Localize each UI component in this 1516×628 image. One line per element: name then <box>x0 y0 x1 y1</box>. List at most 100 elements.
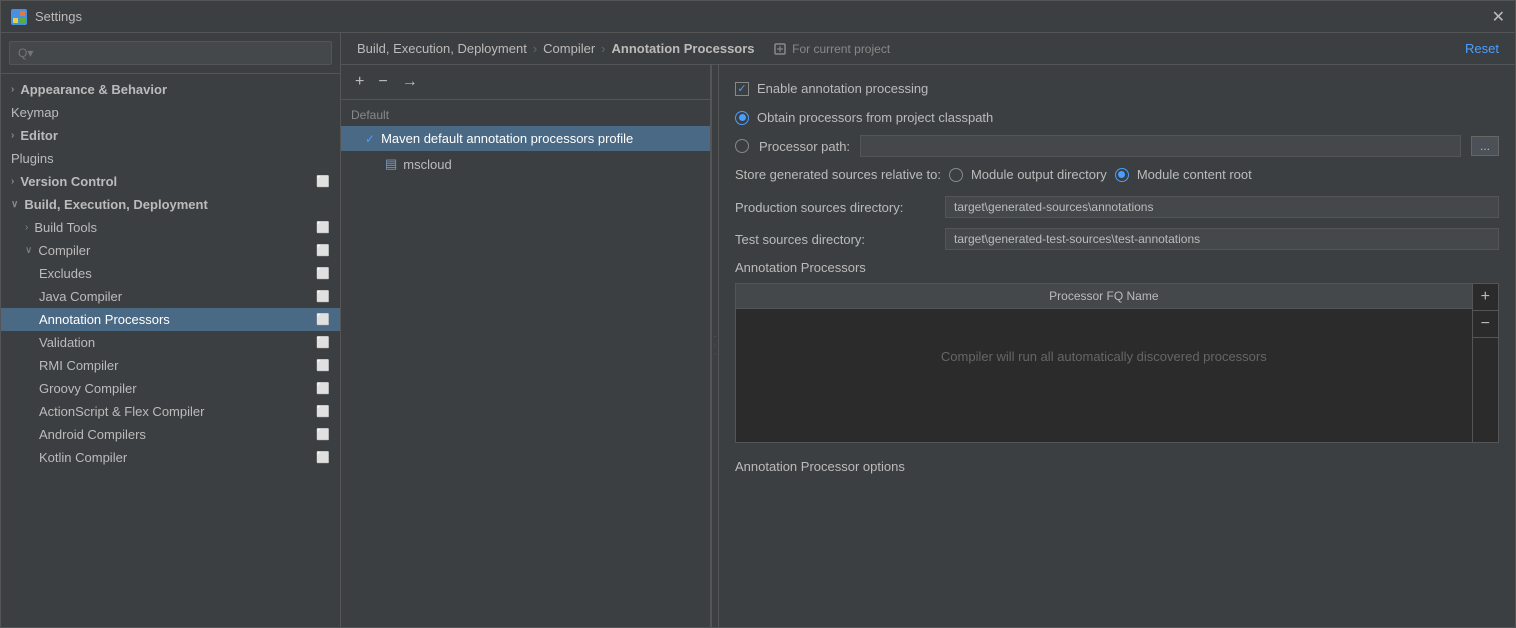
test-sources-row: Test sources directory: <box>735 228 1499 250</box>
sidebar-item-label: Compiler <box>38 243 90 258</box>
profile-item-maven[interactable]: ✓ Maven default annotation processors pr… <box>341 126 710 151</box>
table-inner: Processor FQ Name Compiler will run all … <box>736 284 1472 442</box>
right-panel: Build, Execution, Deployment › Compiler … <box>341 33 1515 627</box>
sidebar-item-keymap[interactable]: Keymap <box>1 101 340 124</box>
page-icon: ⬜ <box>316 313 330 326</box>
sidebar-item-label: Plugins <box>11 151 54 166</box>
production-sources-input[interactable] <box>945 196 1499 218</box>
breadcrumb-segment-1: Build, Execution, Deployment <box>357 41 527 56</box>
table-add-button[interactable]: + <box>1473 284 1498 311</box>
store-sources-label: Store generated sources relative to: <box>735 167 941 182</box>
search-input[interactable] <box>9 41 332 65</box>
table-side-buttons: + − <box>1472 284 1498 442</box>
sidebar-item-version-control[interactable]: › Version Control ⬜ <box>1 170 340 193</box>
enable-annotation-checkbox[interactable] <box>735 82 749 96</box>
profile-item-mscloud[interactable]: ▤ mscloud <box>341 151 710 177</box>
annotation-processors-section-label: Annotation Processors <box>735 260 1499 275</box>
annotation-processors-table: Processor FQ Name Compiler will run all … <box>735 283 1499 443</box>
page-icon: ⬜ <box>316 428 330 441</box>
sidebar-item-compiler[interactable]: ∨ Compiler ⬜ <box>1 239 340 262</box>
sidebar-item-java-compiler[interactable]: Java Compiler ⬜ <box>1 285 340 308</box>
module-output-radio[interactable] <box>949 168 963 182</box>
sidebar-item-android[interactable]: Android Compilers ⬜ <box>1 423 340 446</box>
settings-panel: Enable annotation processing Obtain proc… <box>719 65 1515 627</box>
sidebar-item-build-tools[interactable]: › Build Tools ⬜ <box>1 216 340 239</box>
close-button[interactable]: ✕ <box>1492 7 1505 27</box>
arrow-icon: › <box>11 176 14 187</box>
sidebar-item-label: ActionScript & Flex Compiler <box>39 404 204 419</box>
sidebar-item-label: Excludes <box>39 266 92 281</box>
production-sources-row: Production sources directory: <box>735 196 1499 218</box>
page-icon: ⬜ <box>316 382 330 395</box>
processor-path-label: Processor path: <box>759 139 850 154</box>
folder-icon: ▤ <box>385 156 397 172</box>
add-profile-button[interactable]: + <box>351 71 368 93</box>
sidebar-item-label: Version Control <box>20 174 117 189</box>
page-icon: ⬜ <box>316 175 330 188</box>
processor-path-radio[interactable] <box>735 139 749 153</box>
window-title: Settings <box>35 9 82 24</box>
sidebar-item-rmi-compiler[interactable]: RMI Compiler ⬜ <box>1 354 340 377</box>
main-content: › Appearance & Behavior Keymap › Editor … <box>1 33 1515 627</box>
sidebar-item-excludes[interactable]: Excludes ⬜ <box>1 262 340 285</box>
enable-annotation-label: Enable annotation processing <box>757 81 928 96</box>
module-output-label: Module output directory <box>971 167 1107 182</box>
settings-window: Settings ✕ › Appearance & Behavior Keyma… <box>0 0 1516 628</box>
sidebar-item-label: Java Compiler <box>39 289 122 304</box>
sidebar-item-label: RMI Compiler <box>39 358 118 373</box>
page-icon: ⬜ <box>316 451 330 464</box>
test-sources-label: Test sources directory: <box>735 232 935 247</box>
module-content-label: Module content root <box>1137 167 1252 182</box>
page-icon: ⬜ <box>316 290 330 303</box>
sidebar: › Appearance & Behavior Keymap › Editor … <box>1 33 341 627</box>
sidebar-item-plugins[interactable]: Plugins <box>1 147 340 170</box>
table-remove-button[interactable]: − <box>1473 311 1498 338</box>
panel-divider[interactable]: · · · <box>711 65 719 627</box>
processor-path-input[interactable] <box>860 135 1461 157</box>
obtain-processors-radio[interactable] <box>735 111 749 125</box>
copy-profile-button[interactable]: → <box>398 71 422 93</box>
sidebar-item-label: Keymap <box>11 105 59 120</box>
breadcrumb-separator-2: › <box>601 41 605 56</box>
sidebar-item-label: Android Compilers <box>39 427 146 442</box>
sidebar-item-kotlin[interactable]: Kotlin Compiler ⬜ <box>1 446 340 469</box>
sidebar-item-label: Annotation Processors <box>39 312 170 327</box>
enable-annotation-row: Enable annotation processing <box>735 81 1499 96</box>
breadcrumb-segment-3: Annotation Processors <box>612 41 755 56</box>
title-bar-left: Settings <box>11 9 82 25</box>
processor-path-browse-button[interactable]: ... <box>1471 136 1499 156</box>
sidebar-item-actionscript[interactable]: ActionScript & Flex Compiler ⬜ <box>1 400 340 423</box>
page-icon: ⬜ <box>316 221 330 234</box>
module-content-radio[interactable] <box>1115 168 1129 182</box>
remove-profile-button[interactable]: − <box>374 71 391 93</box>
table-column-header: Processor FQ Name <box>736 284 1472 309</box>
processor-path-row: Processor path: ... <box>735 135 1499 157</box>
breadcrumb-path: Build, Execution, Deployment › Compiler … <box>357 41 890 56</box>
obtain-processors-row: Obtain processors from project classpath <box>735 110 1499 125</box>
obtain-processors-label: Obtain processors from project classpath <box>757 110 993 125</box>
page-icon: ⬜ <box>316 405 330 418</box>
sidebar-item-validation[interactable]: Validation ⬜ <box>1 331 340 354</box>
sidebar-item-label: Editor <box>20 128 58 143</box>
sidebar-item-build-exec[interactable]: ∨ Build, Execution, Deployment <box>1 193 340 216</box>
annotation-processor-options-label: Annotation Processor options <box>735 459 1499 474</box>
test-sources-input[interactable] <box>945 228 1499 250</box>
table-empty-message: Compiler will run all automatically disc… <box>736 309 1472 404</box>
page-icon: ⬜ <box>316 359 330 372</box>
profile-group-default: Default <box>341 104 710 126</box>
sidebar-item-label: Validation <box>39 335 95 350</box>
sidebar-item-editor[interactable]: › Editor <box>1 124 340 147</box>
store-sources-row: Store generated sources relative to: Mod… <box>735 167 1499 182</box>
sidebar-item-annotation-processors[interactable]: Annotation Processors ⬜ <box>1 308 340 331</box>
breadcrumb-separator-1: › <box>533 41 537 56</box>
sidebar-item-appearance[interactable]: › Appearance & Behavior <box>1 78 340 101</box>
reset-button[interactable]: Reset <box>1465 41 1499 56</box>
sidebar-item-label: Build, Execution, Deployment <box>24 197 207 212</box>
panel-body: + − → Default ✓ Maven default annotation… <box>341 65 1515 627</box>
for-current-project: For current project <box>774 42 890 56</box>
arrow-icon: › <box>25 222 28 233</box>
sidebar-item-groovy-compiler[interactable]: Groovy Compiler ⬜ <box>1 377 340 400</box>
sidebar-item-label: Appearance & Behavior <box>20 82 167 97</box>
profile-panel: + − → Default ✓ Maven default annotation… <box>341 65 711 627</box>
sub-profile-label: mscloud <box>403 157 451 172</box>
